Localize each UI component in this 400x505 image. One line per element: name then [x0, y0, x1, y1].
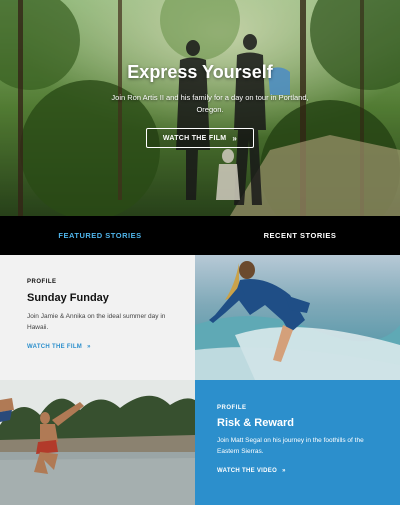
surfer-image[interactable] — [195, 255, 400, 380]
watch-film-button[interactable]: WATCH THE FILM » — [146, 128, 254, 148]
story-tabs: FEATURED STORIES RECENT STORIES — [0, 216, 400, 255]
tab-recent-stories[interactable]: RECENT STORIES — [200, 216, 400, 255]
tab-featured-stories[interactable]: FEATURED STORIES — [0, 216, 200, 255]
hero-title: Express Yourself — [127, 62, 273, 82]
chevron-right-icon: » — [87, 344, 91, 350]
watch-film-link-label: WATCH THE FILM — [27, 344, 83, 350]
story-title: Sunday Funday — [27, 292, 109, 304]
story-card-sunday-funday[interactable]: PROFILE Sunday Funday Join Jamie & Annik… — [0, 255, 200, 380]
hero-banner: Express Yourself Join Ron Artis II and h… — [0, 0, 400, 216]
chevron-right-icon: » — [232, 133, 238, 143]
watch-video-link-label: WATCH THE VIDEO — [217, 468, 278, 474]
story-title: Risk & Reward — [217, 417, 295, 429]
watch-film-link[interactable]: WATCH THE FILM » — [27, 344, 91, 350]
lake-jump-photo — [0, 380, 195, 505]
story-card-risk-reward[interactable]: PROFILE Risk & Reward Join Matt Segal on… — [195, 380, 400, 505]
story-description: Join Jamie & Annika on the ideal summer … — [27, 313, 166, 331]
story-kicker: PROFILE — [27, 279, 57, 285]
story-description: Join Matt Segal on his journey in the fo… — [217, 437, 364, 455]
surfer-photo — [195, 255, 400, 380]
watch-film-label: WATCH THE FILM — [162, 134, 227, 142]
hero-subtitle: Join Ron Artis II and his family for a d… — [111, 93, 309, 114]
watch-video-link[interactable]: WATCH THE VIDEO » — [217, 468, 286, 474]
story-kicker: PROFILE — [217, 405, 247, 411]
lake-jump-image[interactable] — [0, 380, 195, 505]
chevron-right-icon: » — [282, 468, 286, 474]
